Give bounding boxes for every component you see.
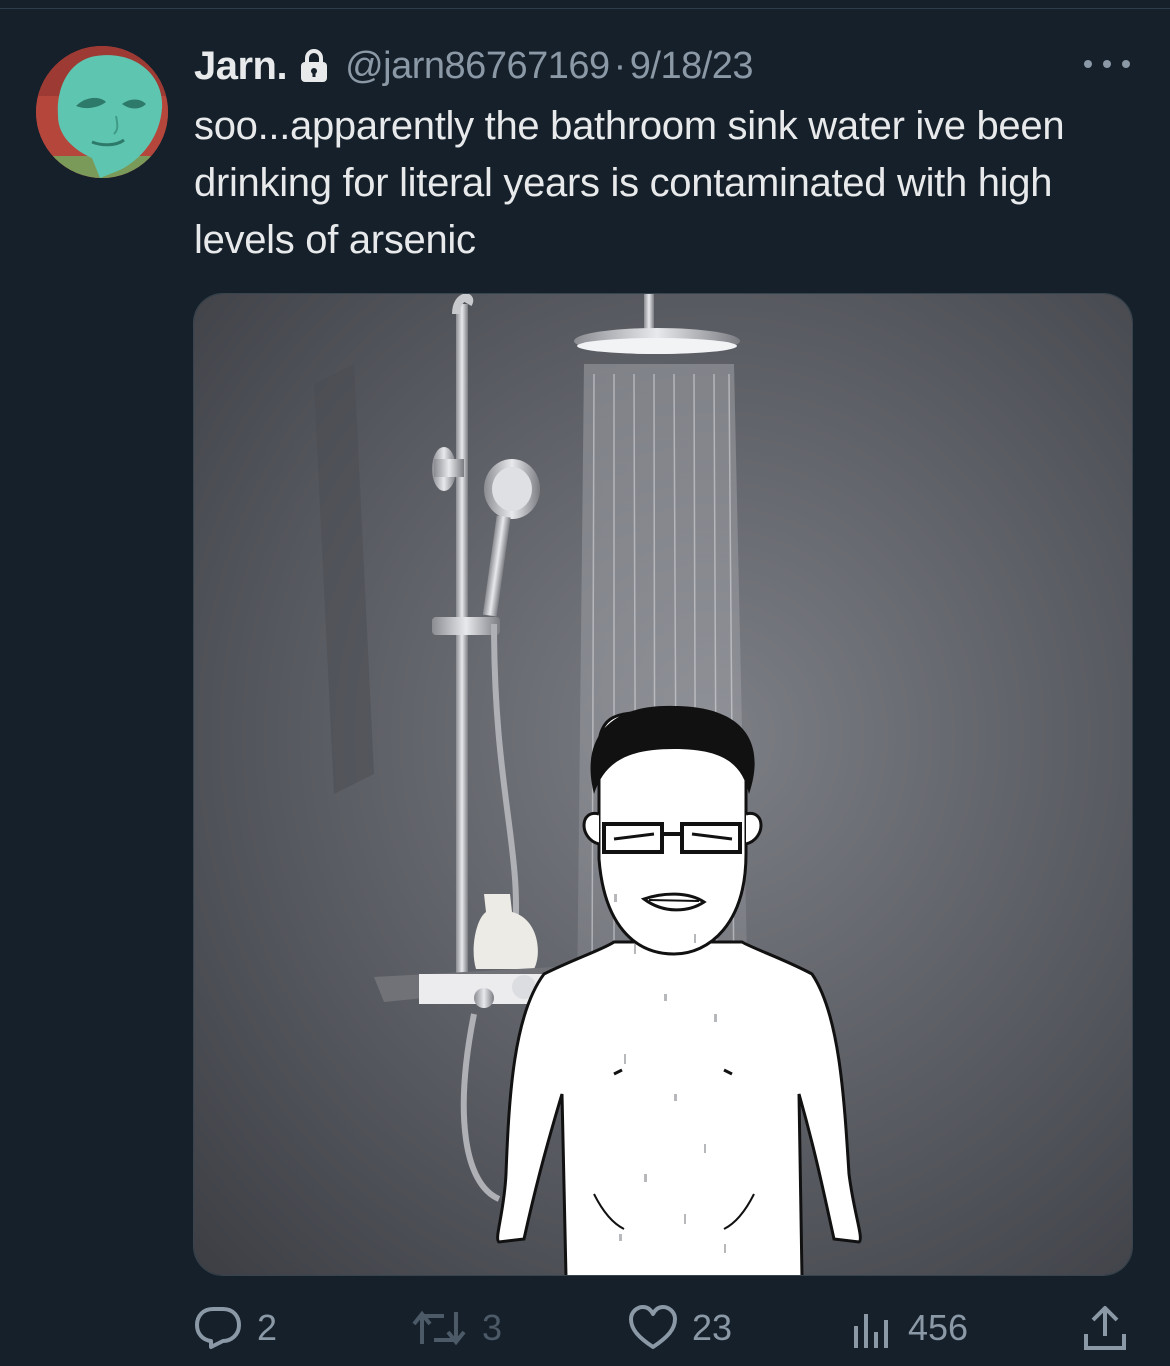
retweet-count: 3 (482, 1307, 503, 1348)
views-icon (854, 1314, 888, 1348)
action-bar: 2 3 23 456 (0, 1300, 1170, 1356)
top-divider (0, 8, 1170, 9)
more-dot (1103, 60, 1111, 68)
tweet-text: soo...apparently the bathroom sink water… (194, 104, 1065, 262)
retweet-button[interactable]: 3 (410, 1300, 502, 1356)
retweet-icon (412, 1310, 466, 1346)
handle[interactable]: @jarn86767169 (345, 45, 610, 88)
views-button[interactable]: 456 (850, 1300, 968, 1356)
more-icon[interactable] (1084, 52, 1130, 76)
alien-avatar-icon (36, 46, 168, 178)
share-icon (1084, 1306, 1126, 1350)
like-button[interactable]: 23 (628, 1300, 732, 1356)
tweet-header: Jarn. @jarn86767169 · 9/18/23 (194, 40, 754, 92)
tweet-image[interactable] (193, 293, 1133, 1276)
display-name[interactable]: Jarn. (194, 44, 288, 89)
reply-icon (195, 1307, 241, 1349)
timestamp[interactable]: 9/18/23 (630, 45, 754, 88)
more-dot (1122, 60, 1130, 68)
avatar[interactable] (36, 46, 168, 178)
more-dot (1084, 60, 1092, 68)
views-count: 456 (908, 1307, 969, 1348)
like-count: 23 (692, 1307, 733, 1348)
reply-button[interactable]: 2 (193, 1300, 277, 1356)
heart-icon (629, 1305, 677, 1349)
reply-count: 2 (257, 1307, 278, 1348)
separator-dot: · (613, 44, 627, 87)
meme-image (194, 294, 1132, 1275)
lock-icon (299, 48, 329, 84)
share-button[interactable] (1082, 1300, 1128, 1356)
